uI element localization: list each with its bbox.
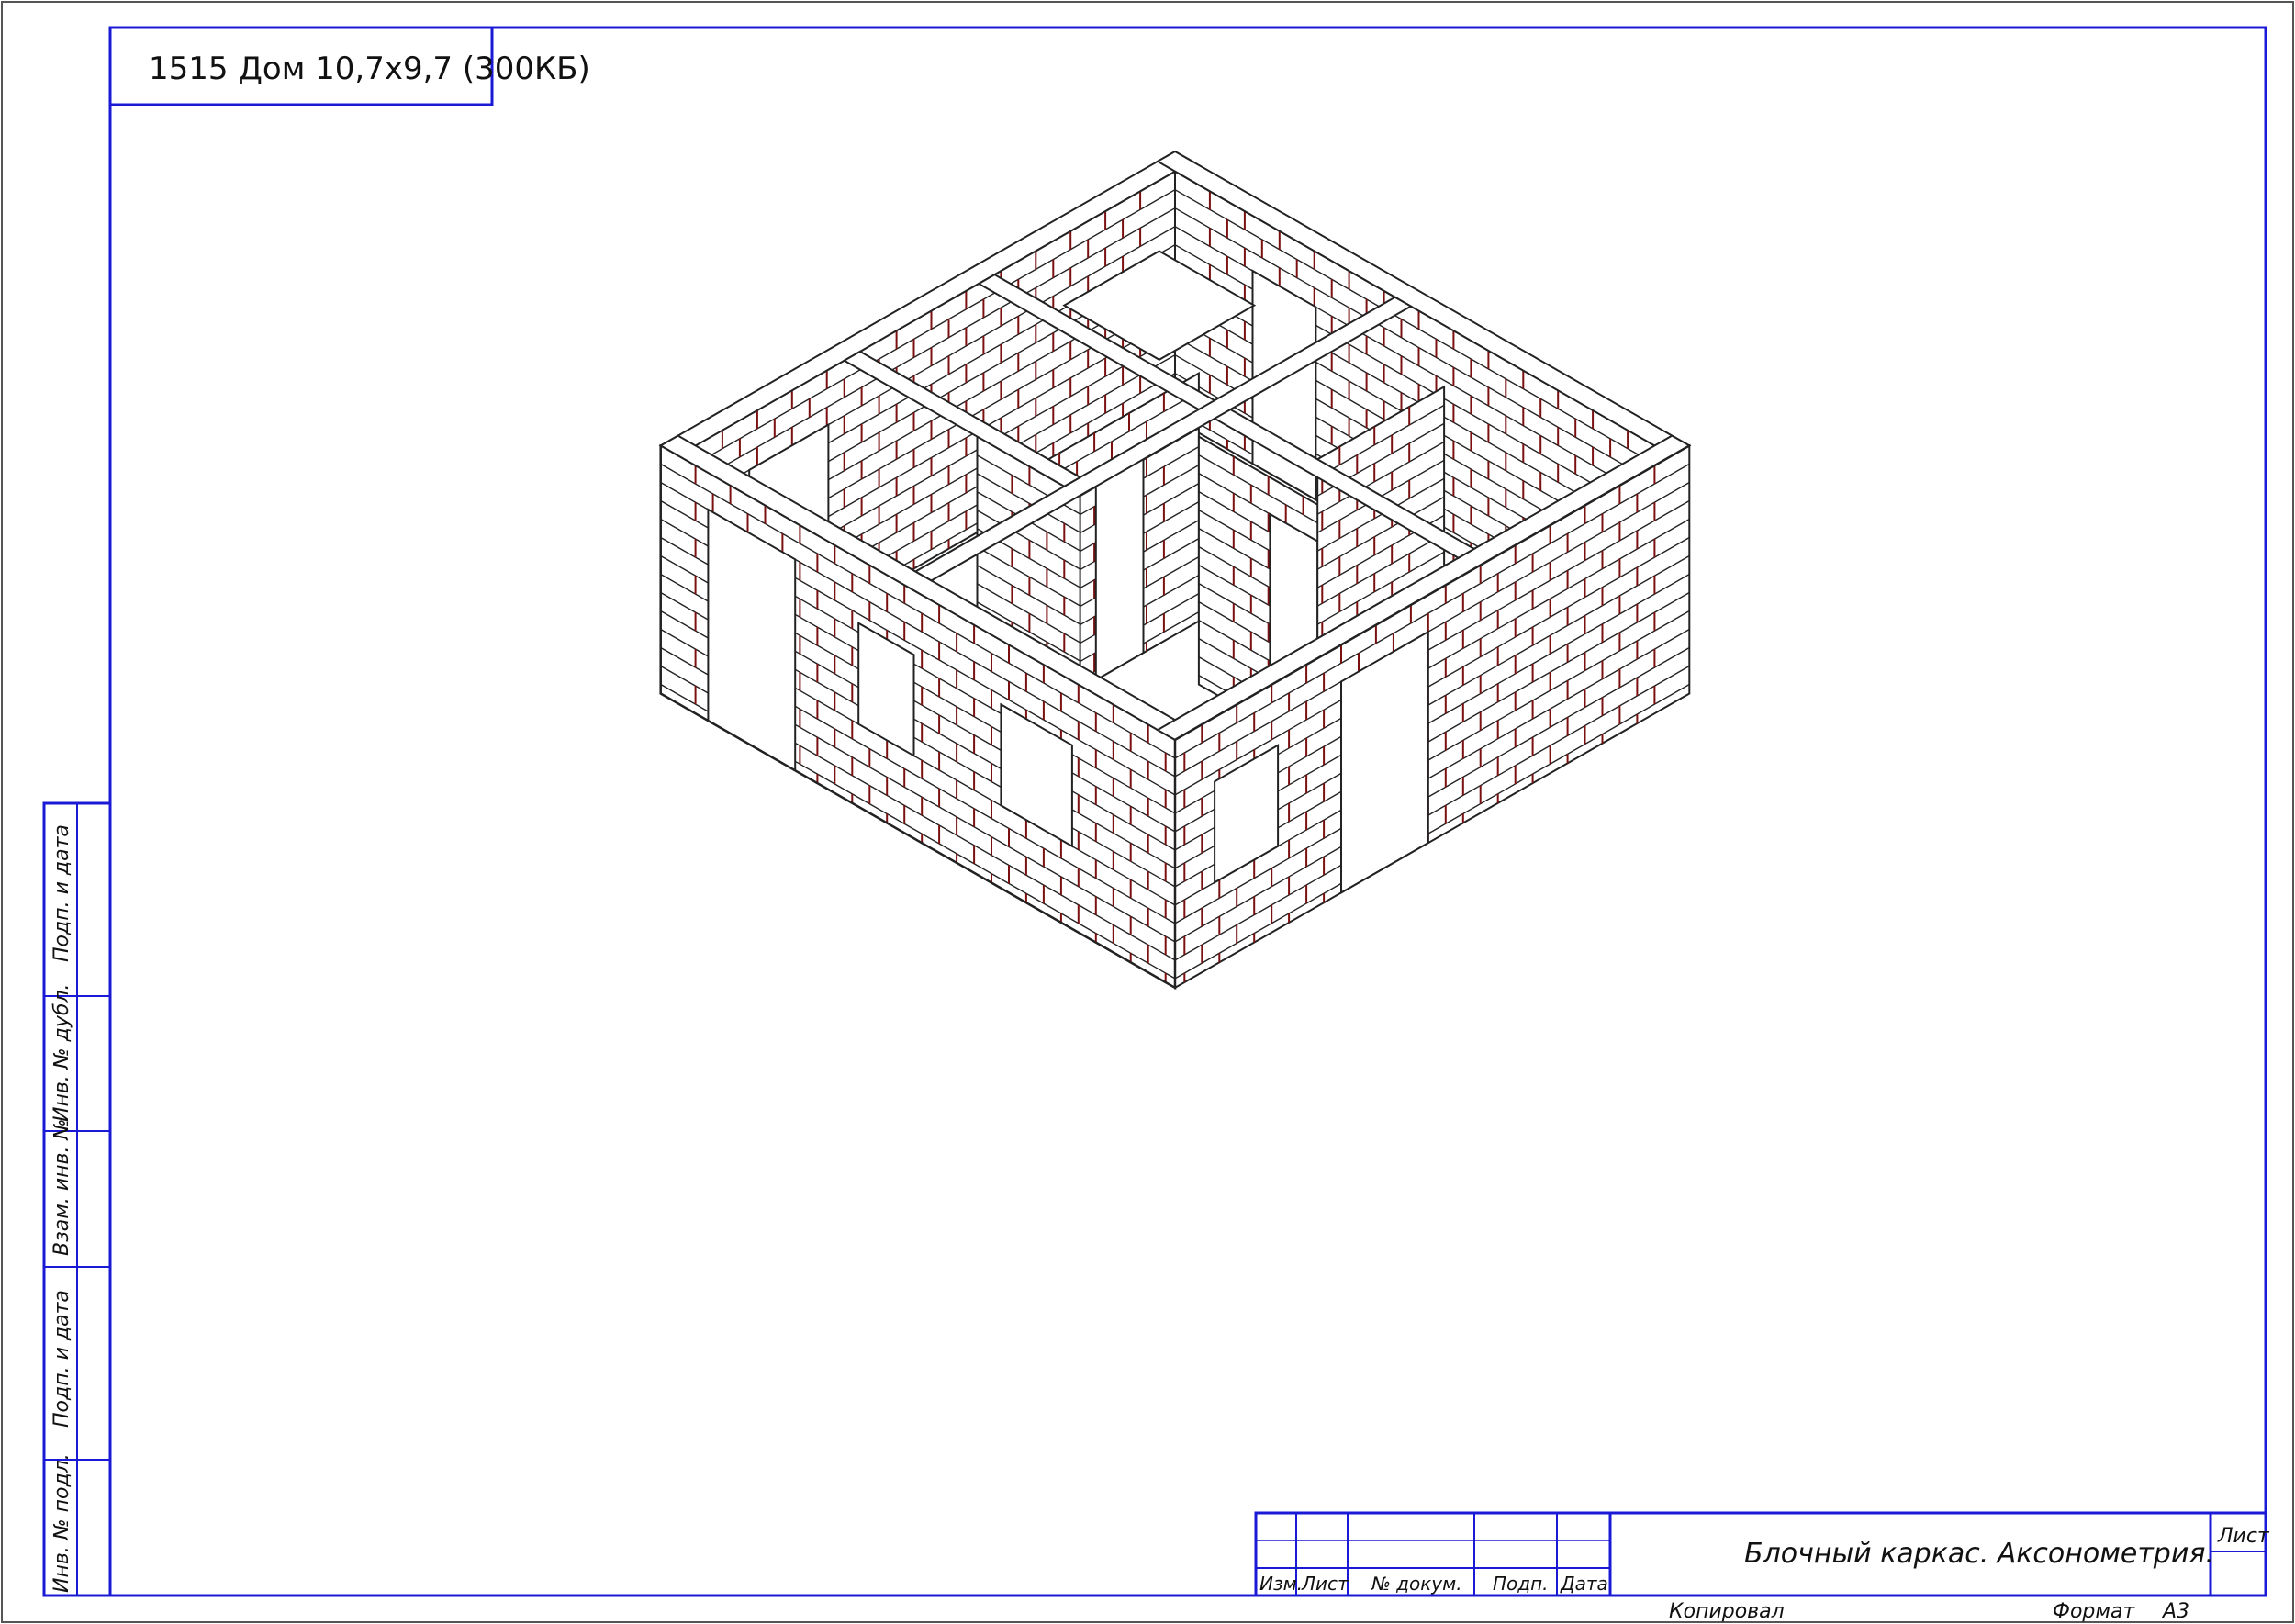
side-stamp-vzam-inv: Взам. инв. №: [50, 1119, 73, 1256]
drawing-name: Блочный каркас. Аксонометрия.: [1744, 1538, 2214, 1570]
axonometric-block-model: [658, 150, 1692, 991]
stamp-col-doc-num: № докум.: [1371, 1573, 1462, 1595]
side-stamp-inv-podl: Инв. № подл.: [50, 1453, 73, 1593]
sheet-label: Лист: [2217, 1525, 2270, 1548]
stamp-col-podp: Подп.: [1493, 1573, 1549, 1595]
drawing-sheet: 1515 Дом 10,7x9,7 (300КБ) Инв. № подл. П…: [1, 1, 2294, 1623]
stamp-col-izm: Изм.: [1259, 1573, 1303, 1595]
side-stamp-podp-data-1: Подп. и дата: [50, 1290, 73, 1428]
footer-copied: Копировал: [1669, 1600, 1785, 1623]
title-tab-text: 1515 Дом 10,7x9,7 (300КБ): [149, 50, 590, 87]
side-stamp: Инв. № подл. Подп. и дата Взам. инв. № И…: [42, 801, 112, 1597]
sheet-footer: Копировал Формат A3: [1669, 1600, 2189, 1623]
side-stamp-podp-data-2: Подп. и дата: [50, 824, 73, 962]
title-tab: 1515 Дом 10,7x9,7 (300КБ): [108, 26, 590, 106]
stamp-col-data: Дата: [1560, 1573, 1608, 1595]
footer-format-value: A3: [2161, 1600, 2189, 1623]
side-stamp-inv-dubl: Инв. № дубл.: [50, 983, 73, 1122]
stamp-col-list: Лист: [1301, 1573, 1349, 1595]
footer-format-label: Формат: [2053, 1600, 2135, 1623]
title-block: Изм. Лист № докум. Подп. Дата Блочный ка…: [1254, 1511, 2270, 1597]
